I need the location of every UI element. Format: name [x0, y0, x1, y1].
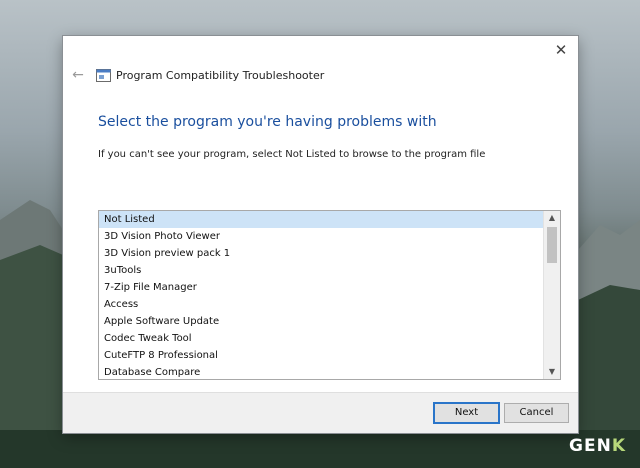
genk-watermark-logo: GENK — [569, 436, 626, 456]
instruction-text: If you can't see your program, select No… — [98, 149, 486, 160]
watermark-accent-text: K — [611, 436, 626, 456]
program-list-items: Not Listed 3D Vision Photo Viewer 3D Vis… — [99, 211, 543, 379]
troubleshooter-app-icon — [96, 69, 111, 82]
dialog-footer: Next Cancel — [63, 392, 578, 433]
scroll-thumb[interactable] — [547, 227, 557, 263]
vertical-scrollbar[interactable]: ▲ ▼ — [543, 211, 560, 379]
next-button[interactable]: Next — [433, 402, 500, 424]
close-button[interactable]: ✕ — [550, 40, 572, 60]
watermark-main-text: GEN — [569, 436, 612, 456]
scroll-up-arrow-icon[interactable]: ▲ — [544, 211, 560, 225]
list-item[interactable]: 7-Zip File Manager — [99, 279, 543, 296]
page-heading: Select the program you're having problem… — [98, 114, 437, 130]
list-item[interactable]: 3D Vision preview pack 1 — [99, 245, 543, 262]
list-item[interactable]: Apple Software Update — [99, 313, 543, 330]
list-item[interactable]: 3D Vision Photo Viewer — [99, 228, 543, 245]
list-item-not-listed[interactable]: Not Listed — [99, 211, 543, 228]
list-item[interactable]: Access — [99, 296, 543, 313]
back-arrow-icon[interactable]: ← — [69, 66, 87, 84]
list-item[interactable]: CuteFTP 8 Professional — [99, 347, 543, 364]
cancel-button[interactable]: Cancel — [504, 403, 569, 423]
scroll-down-arrow-icon[interactable]: ▼ — [544, 365, 560, 379]
list-item[interactable]: 3uTools — [99, 262, 543, 279]
list-item[interactable]: Database Compare — [99, 364, 543, 379]
program-list[interactable]: Not Listed 3D Vision Photo Viewer 3D Vis… — [98, 210, 561, 380]
window-title: Program Compatibility Troubleshooter — [116, 69, 325, 82]
list-item[interactable]: Codec Tweak Tool — [99, 330, 543, 347]
troubleshooter-dialog: ✕ ← Program Compatibility Troubleshooter… — [63, 36, 578, 433]
